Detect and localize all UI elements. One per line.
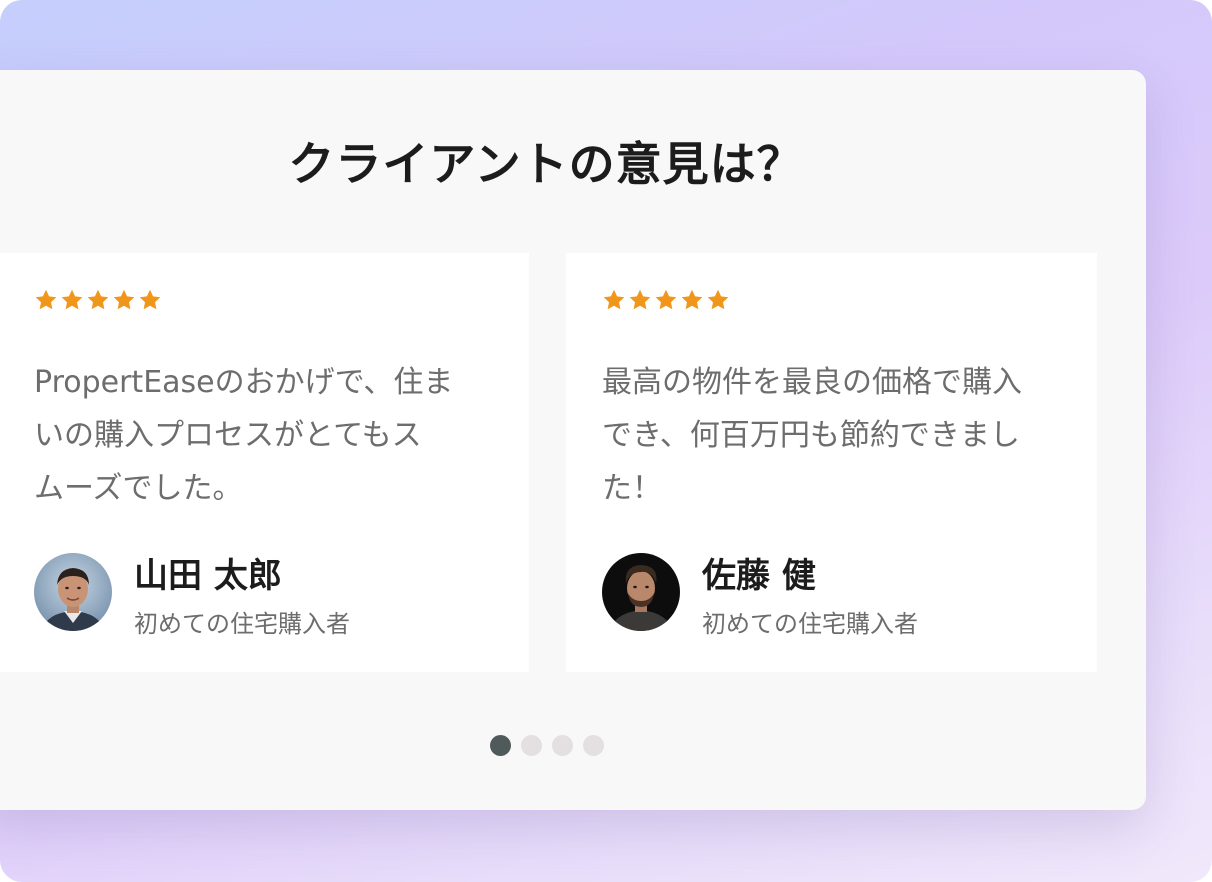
author-role: 初めての住宅購入者 (134, 610, 350, 638)
star-rating (602, 288, 730, 312)
star-rating (34, 288, 162, 312)
star-icon (113, 289, 135, 310)
pagination-dot-3[interactable] (552, 735, 573, 756)
avatar (602, 553, 680, 631)
star-icon (681, 289, 703, 310)
star-icon (87, 289, 109, 310)
avatar-photo (602, 553, 680, 631)
author-name: 山田 太郎 (134, 556, 282, 596)
quote-line: た！ (602, 471, 662, 506)
quote-line: ムーズでした。 (34, 471, 243, 506)
star-icon (655, 289, 677, 310)
pagination-dot-4[interactable] (583, 735, 604, 756)
testimonial-quote: PropertEaseのおかげで、住ま いの購入プロセスがとてもス ムーズでした… (34, 356, 494, 515)
star-icon (629, 289, 651, 310)
author-role: 初めての住宅購入者 (702, 610, 918, 638)
avatar-photo (34, 553, 112, 631)
carousel-pagination (490, 735, 604, 756)
avatar (34, 553, 112, 631)
star-icon (61, 289, 83, 310)
star-icon (35, 289, 57, 310)
star-icon (707, 289, 729, 310)
quote-line: PropertEaseのおかげで、住ま (34, 365, 454, 400)
star-icon (603, 289, 625, 310)
pagination-dot-2[interactable] (521, 735, 542, 756)
quote-line: いの購入プロセスがとてもス (34, 418, 422, 453)
pagination-dot-1[interactable] (490, 735, 511, 756)
author-name: 佐藤 健 (702, 556, 816, 596)
testimonial-quote: 最高の物件を最良の価格で購入 でき、何百万円も節約できまし た！ (602, 356, 1062, 515)
quote-line: でき、何百万円も節約できまし (602, 418, 1020, 453)
star-icon (139, 289, 161, 310)
quote-line: 最高の物件を最良の価格で購入 (602, 365, 1022, 400)
section-title: クライアントの意見は？ (288, 137, 804, 191)
